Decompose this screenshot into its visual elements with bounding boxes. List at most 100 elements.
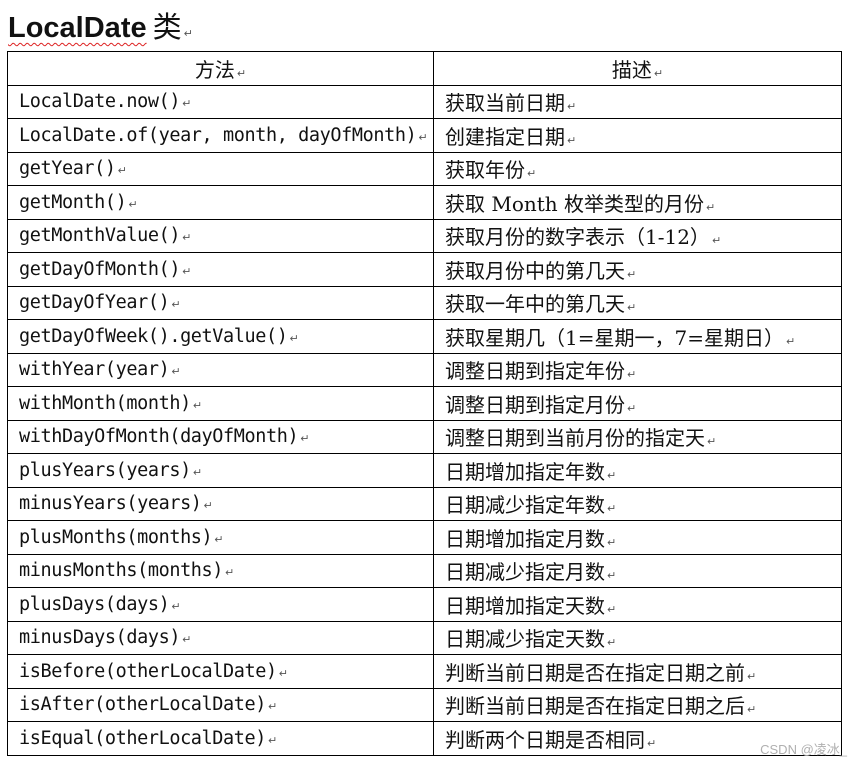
- method-description: 日期增加指定月数: [445, 526, 605, 551]
- table-row: getMonth() ↵ 获取 Month 枚举类型的月份 ↵: [7, 185, 842, 220]
- method-description: 获取月份中的第几天: [445, 258, 625, 283]
- method-name: isBefore(otherLocalDate): [19, 660, 277, 682]
- description-cell: 获取月份的数字表示（1-12） ↵: [433, 218, 842, 253]
- paragraph-mark-icon: ↵: [747, 703, 757, 717]
- description-cell: 调整日期到指定月份 ↵: [433, 386, 842, 421]
- table-row: minusYears(years) ↵ 日期减少指定年数 ↵: [7, 486, 842, 521]
- paragraph-mark-icon: ↵: [711, 234, 722, 248]
- method-name: isEqual(otherLocalDate): [19, 727, 266, 749]
- method-name: plusMonths(months): [19, 526, 213, 548]
- method-description: 日期增加指定年数: [445, 459, 605, 484]
- method-name: getYear(): [19, 158, 116, 180]
- paragraph-mark-icon: ↵: [267, 733, 278, 747]
- method-name: minusMonths(months): [19, 560, 224, 582]
- description-cell: 获取月份中的第几天 ↵: [433, 252, 842, 287]
- method-description: 获取 Month 枚举类型的月份: [445, 191, 705, 216]
- paragraph-mark-icon: ↵: [183, 27, 193, 40]
- description-cell: 获取 Month 枚举类型的月份 ↵: [433, 185, 842, 220]
- method-name: minusDays(days): [19, 627, 181, 649]
- method-cell: LocalDate.of(year, month, dayOfMonth) ↵: [7, 118, 434, 153]
- method-cell: getDayOfYear() ↵: [7, 285, 434, 320]
- paragraph-mark-icon: ↵: [182, 231, 192, 245]
- paragraph-mark-icon: ↵: [785, 334, 796, 348]
- method-description: 判断当前日期是否在指定日期之前: [445, 660, 745, 685]
- paragraph-mark-icon: ↵: [289, 331, 299, 345]
- title-suffix: 类: [152, 10, 182, 44]
- table-row: plusYears(years) ↵ 日期增加指定年数 ↵: [7, 453, 842, 488]
- description-cell: 判断当前日期是否在指定日期之前 ↵: [433, 654, 842, 689]
- header-method: 方法 ↵: [7, 51, 434, 86]
- paragraph-mark-icon: ↵: [117, 164, 127, 178]
- method-name: withDayOfMonth(dayOfMonth): [19, 426, 299, 448]
- table-row: LocalDate.of(year, month, dayOfMonth) ↵ 创建…: [7, 118, 842, 153]
- paragraph-mark-icon: ↵: [267, 700, 278, 714]
- paragraph-mark-icon: ↵: [627, 267, 637, 281]
- paragraph-mark-icon: ↵: [300, 432, 310, 446]
- table-row: plusMonths(months) ↵ 日期增加指定月数 ↵: [7, 520, 842, 555]
- description-cell: 获取当前日期 ↵: [433, 84, 842, 119]
- table-body: LocalDate.now() ↵ 获取当前日期 ↵ LocalDate.of(year…: [7, 84, 842, 756]
- paragraph-mark-icon: ↵: [171, 298, 181, 312]
- method-cell: minusMonths(months) ↵: [7, 553, 434, 588]
- method-description: 调整日期到指定月份: [445, 392, 625, 417]
- method-description: 获取月份的数字表示（1-12）: [445, 225, 710, 250]
- method-description: 获取星期几（1=星期一，7=星期日）: [445, 325, 784, 350]
- method-cell: getDayOfWeek().getValue() ↵: [7, 319, 434, 354]
- watermark: CSDN @凌冰_: [760, 742, 847, 757]
- method-description: 创建指定日期: [445, 124, 565, 149]
- description-cell: 日期减少指定年数 ↵: [433, 486, 842, 521]
- description-cell: 创建指定日期 ↵: [433, 118, 842, 153]
- method-cell: minusYears(years) ↵: [7, 486, 434, 521]
- table-row: LocalDate.now() ↵ 获取当前日期 ↵: [7, 84, 842, 119]
- description-cell: 获取一年中的第几天 ↵: [433, 285, 842, 320]
- paragraph-mark-icon: ↵: [182, 264, 192, 278]
- method-description: 获取当前日期: [445, 91, 565, 116]
- paragraph-mark-icon: ↵: [706, 200, 716, 214]
- paragraph-mark-icon: ↵: [182, 633, 192, 647]
- method-name: isAfter(otherLocalDate): [19, 694, 266, 716]
- description-cell: 调整日期到当前月份的指定天 ↵: [433, 419, 842, 454]
- paragraph-mark-icon: ↵: [567, 133, 577, 147]
- table-row: plusDays(days) ↵ 日期增加指定天数 ↵: [7, 587, 842, 622]
- table-row: getMonthValue() ↵ 获取月份的数字表示（1-12） ↵: [7, 218, 842, 253]
- paragraph-mark-icon: ↵: [607, 468, 617, 482]
- method-cell: withYear(year) ↵: [7, 352, 434, 387]
- description-cell: 日期增加指定年数 ↵: [433, 453, 842, 488]
- paragraph-mark-icon: ↵: [607, 569, 617, 583]
- paragraph-mark-icon: ↵: [236, 66, 247, 80]
- method-table: 方法 ↵ 描述 ↵ LocalDate.now() ↵ 获取当前日期 ↵ LocalDate…: [7, 51, 842, 756]
- paragraph-mark-icon: ↵: [182, 97, 192, 111]
- table-row: minusMonths(months) ↵ 日期减少指定月数 ↵: [7, 553, 842, 588]
- page-title: LocalDate 类 ↵: [8, 4, 193, 46]
- paragraph-mark-icon: ↵: [171, 365, 181, 379]
- paragraph-mark-icon: ↵: [707, 435, 717, 449]
- method-description: 获取一年中的第几天: [445, 292, 625, 317]
- method-name: LocalDate.now(): [19, 91, 181, 113]
- method-name: LocalDate.of(year, month, dayOfMonth): [19, 124, 417, 146]
- method-description: 日期减少指定月数: [445, 560, 605, 585]
- paragraph-mark-icon: ↵: [192, 465, 203, 479]
- method-cell: isEqual(otherLocalDate) ↵: [7, 721, 434, 756]
- table-row: withDayOfMonth(dayOfMonth) ↵ 调整日期到当前月份的指定天…: [7, 419, 842, 454]
- description-cell: 判断当前日期是否在指定日期之后 ↵: [433, 687, 842, 722]
- method-name: plusYears(years): [19, 459, 191, 481]
- method-cell: withMonth(month) ↵: [7, 386, 434, 421]
- method-cell: getDayOfMonth() ↵: [7, 252, 434, 287]
- table-row: getDayOfMonth() ↵ 获取月份中的第几天 ↵: [7, 252, 842, 287]
- method-description: 获取年份: [445, 158, 525, 183]
- table-header-row: 方法 ↵ 描述 ↵: [7, 51, 842, 86]
- method-cell: getYear() ↵: [7, 151, 434, 186]
- paragraph-mark-icon: ↵: [627, 301, 637, 315]
- method-name: withMonth(month): [19, 392, 191, 414]
- paragraph-mark-icon: ↵: [171, 599, 181, 613]
- paragraph-mark-icon: ↵: [567, 100, 577, 114]
- table-row: getDayOfYear() ↵ 获取一年中的第几天 ↵: [7, 285, 842, 320]
- title-class-name: LocalDate: [8, 12, 147, 44]
- description-cell: 获取年份 ↵: [433, 151, 842, 186]
- description-cell: 获取星期几（1=星期一，7=星期日） ↵: [433, 319, 842, 354]
- description-cell: 日期减少指定月数 ↵: [433, 553, 842, 588]
- method-description: 调整日期到当前月份的指定天: [445, 426, 705, 451]
- description-cell: 日期增加指定月数 ↵: [433, 520, 842, 555]
- paragraph-mark-icon: ↵: [627, 368, 637, 382]
- method-name: getDayOfWeek().getValue(): [19, 325, 288, 347]
